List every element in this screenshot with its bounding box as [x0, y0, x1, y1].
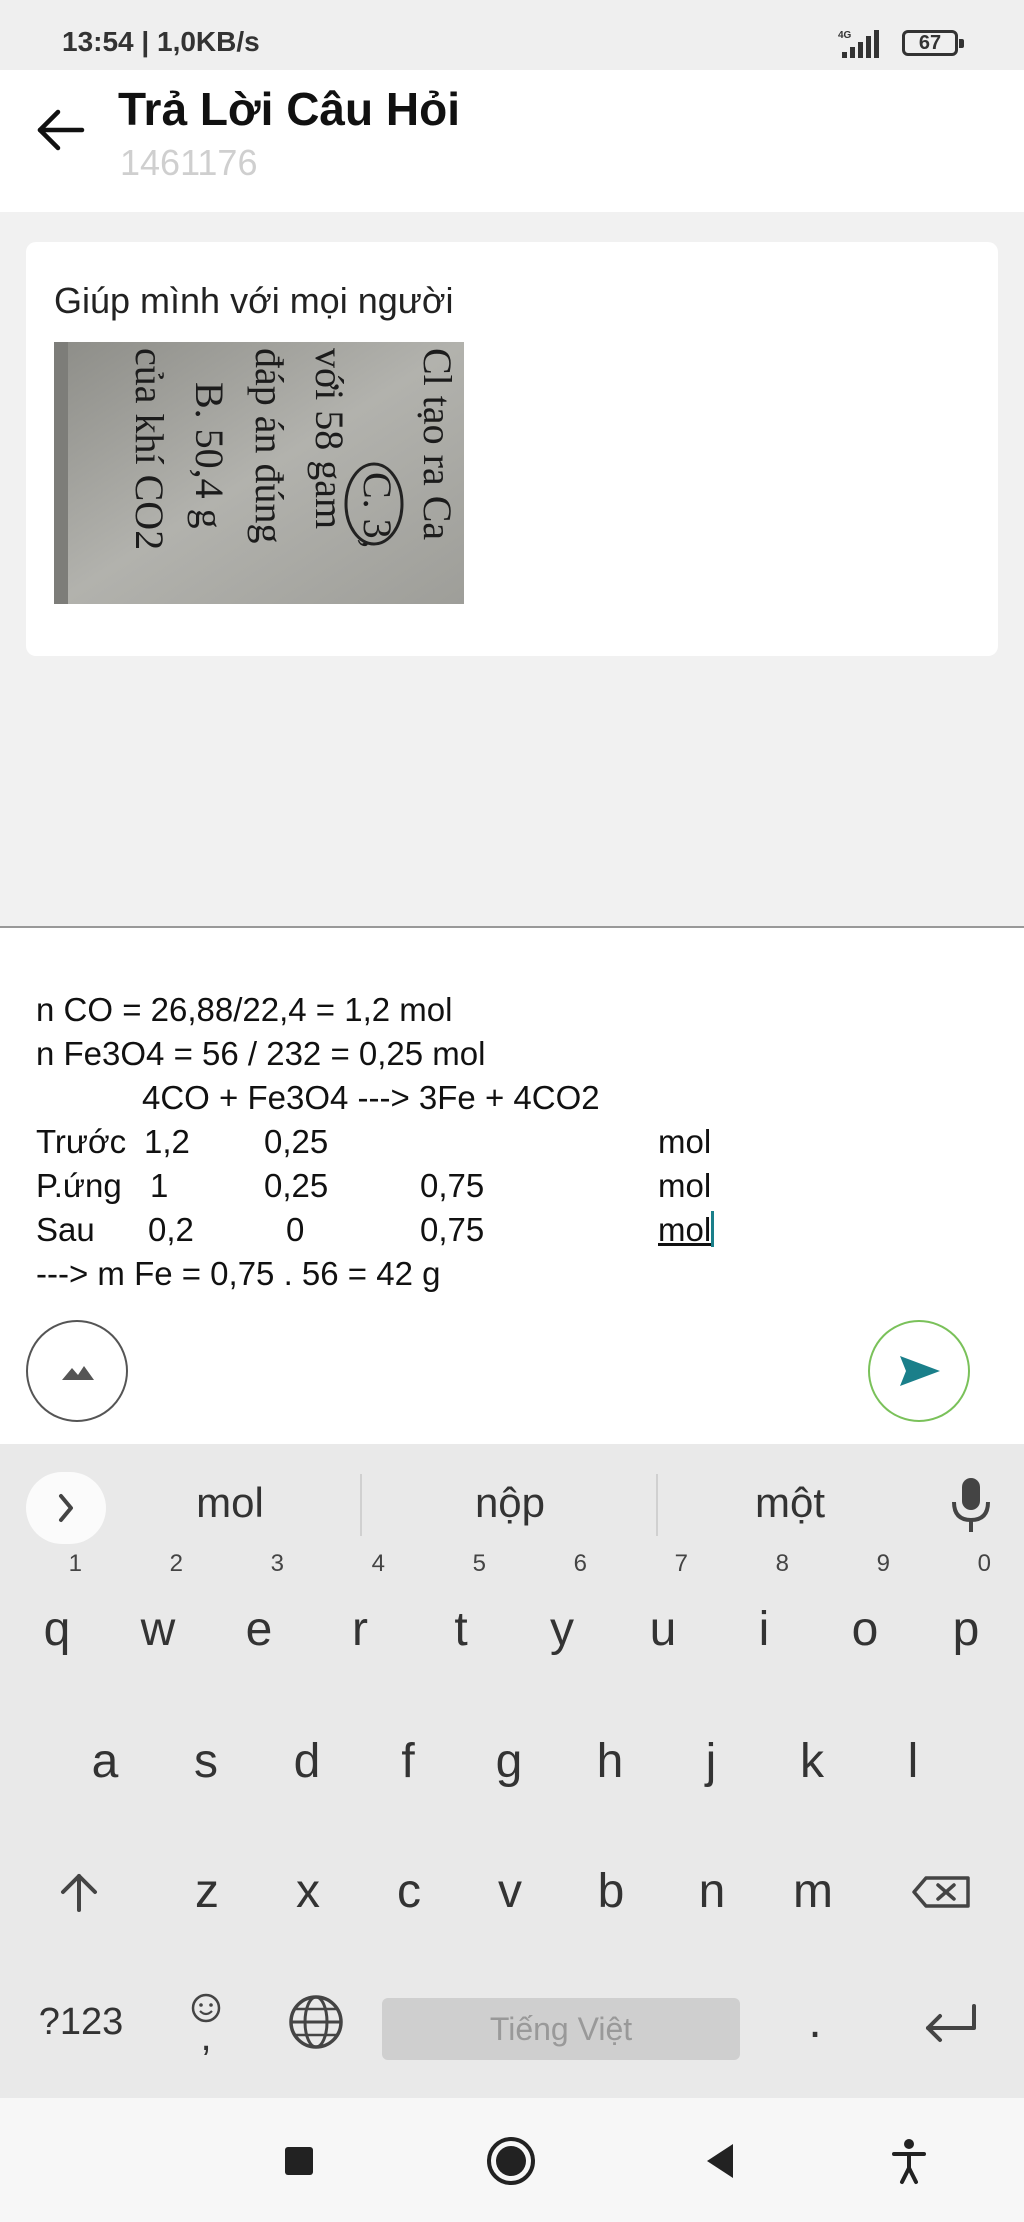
backspace-icon[interactable]: [890, 1842, 992, 1942]
photo-word-1b: C. 3,: [355, 472, 400, 549]
key-i[interactable]: i8: [713, 1552, 815, 1680]
composing-word: mol: [658, 1211, 712, 1248]
attach-image-button[interactable]: [26, 1320, 128, 1422]
key-d[interactable]: d: [256, 1712, 358, 1812]
content-area: Giúp mình với mọi người Cl tạo ra Ca C. …: [0, 212, 1024, 926]
answer-equation: 4CO + Fe3O4 ---> 3Fe + 4CO2: [142, 1079, 600, 1116]
row-value: 0: [286, 1211, 305, 1248]
key-t[interactable]: t5: [410, 1552, 512, 1680]
key-c[interactable]: c: [358, 1842, 460, 1942]
battery-level: 67: [918, 32, 942, 54]
key-y[interactable]: y6: [511, 1552, 613, 1680]
answer-result: ---> m Fe = 0,75 . 56 = 42 g: [36, 1255, 441, 1292]
expand-toolbar-button[interactable]: [26, 1472, 106, 1544]
key-a[interactable]: a: [54, 1712, 156, 1812]
suggestion-3[interactable]: một: [680, 1468, 900, 1538]
suggestion-divider: [656, 1474, 658, 1536]
key-row-3: z x c v b n m: [0, 1842, 1024, 1942]
key-n[interactable]: n: [661, 1842, 763, 1942]
row-value: 0,2: [148, 1211, 194, 1248]
key-j[interactable]: j: [660, 1712, 762, 1812]
row-value: 0,25: [264, 1123, 329, 1160]
emoji-icon[interactable]: ,: [156, 1972, 256, 2072]
key-w[interactable]: w2: [107, 1552, 209, 1680]
shift-icon[interactable]: [28, 1842, 130, 1942]
row-value: 0,75: [420, 1211, 485, 1248]
globe-icon[interactable]: [266, 1972, 366, 2072]
answer-composer[interactable]: n CO = 26,88/22,4 = 1,2 mol n Fe3O4 = 56…: [0, 928, 1024, 1444]
key-p[interactable]: p0: [915, 1552, 1017, 1680]
row-value: 1,2: [144, 1123, 190, 1160]
photo-content: Cl tạo ra Ca C. 3, với 58 gam đáp án đún…: [54, 342, 464, 604]
signal-icon: 4G: [838, 30, 879, 58]
key-k[interactable]: k: [761, 1712, 863, 1812]
text-caret: [711, 1211, 715, 1247]
row-value: 0,25: [264, 1167, 329, 1204]
answer-line: n CO = 26,88/22,4 = 1,2 mol: [36, 991, 453, 1028]
key-z[interactable]: z: [156, 1842, 258, 1942]
question-card: Giúp mình với mọi người Cl tạo ra Ca C. …: [26, 242, 998, 656]
key-row-4: ?123 , Tiếng Việt .: [0, 1972, 1024, 2072]
key-g[interactable]: g: [458, 1712, 560, 1812]
network-label: 4G: [838, 30, 852, 41]
answer-line: n Fe3O4 = 56 / 232 = 0,25 mol: [36, 1035, 486, 1072]
app-bar: Trả Lời Câu Hỏi 1461176: [0, 70, 1024, 212]
key-row-2: a s d f g h j k l: [0, 1712, 1024, 1812]
key-o[interactable]: o9: [814, 1552, 916, 1680]
status-bar: 13:54 | 1,0KB/s 4G 67: [0, 0, 1024, 70]
row-unit-with-caret: mol: [658, 1208, 715, 1252]
period-key[interactable]: .: [770, 1972, 860, 2072]
system-nav-bar: [0, 2098, 1024, 2222]
row-value: 1: [150, 1167, 169, 1204]
send-icon: [900, 1356, 940, 1386]
suggestion-divider: [360, 1474, 362, 1536]
row-unit: mol: [658, 1123, 712, 1160]
comma-glyph: ,: [200, 2015, 211, 2059]
back-triangle-icon[interactable]: [686, 2126, 756, 2196]
key-f[interactable]: f: [357, 1712, 459, 1812]
question-text: Giúp mình với mọi người: [54, 280, 454, 321]
key-row-1: q1 w2 e3 r4 t5 y6 u7 i8 o9 p0: [0, 1552, 1024, 1680]
photo-word-3: đáp án đúng: [247, 348, 292, 544]
key-q[interactable]: q1: [6, 1552, 108, 1680]
row-label: Trước: [36, 1123, 127, 1160]
row-label: Sau: [36, 1211, 95, 1248]
send-button[interactable]: [868, 1320, 970, 1422]
chevron-right-icon: [59, 1494, 73, 1522]
photo-word-1: Cl tạo ra Ca: [415, 348, 460, 540]
key-m[interactable]: m: [762, 1842, 864, 1942]
photo-word-4: B. 50,4 g: [187, 382, 232, 529]
question-photo[interactable]: Cl tạo ra Ca C. 3, với 58 gam đáp án đún…: [54, 342, 464, 604]
key-x[interactable]: x: [257, 1842, 359, 1942]
key-r[interactable]: r4: [309, 1552, 411, 1680]
accessibility-icon[interactable]: [874, 2126, 944, 2196]
space-key[interactable]: Tiếng Việt: [382, 1998, 740, 2060]
question-id: 1461176: [120, 142, 258, 183]
home-circle-icon[interactable]: [476, 2126, 546, 2196]
key-e[interactable]: e3: [208, 1552, 310, 1680]
image-icon: [62, 1366, 94, 1380]
arrow-left-icon[interactable]: [30, 100, 90, 160]
key-v[interactable]: v: [459, 1842, 561, 1942]
photo-word-5: của khí CO2: [127, 348, 172, 550]
mic-icon[interactable]: [946, 1474, 996, 1536]
key-l[interactable]: l: [862, 1712, 964, 1812]
row-label: P.ứng: [36, 1167, 122, 1204]
key-s[interactable]: s: [155, 1712, 257, 1812]
battery-icon: 67: [902, 30, 964, 56]
enter-icon[interactable]: [900, 1972, 1000, 2072]
row-value: 0,75: [420, 1167, 485, 1204]
suggestion-1[interactable]: mol: [120, 1468, 340, 1538]
page-title: Trả Lời Câu Hỏi: [118, 83, 460, 135]
suggestion-2[interactable]: nộp: [400, 1468, 620, 1538]
key-b[interactable]: b: [560, 1842, 662, 1942]
suggestion-bar: mol nộp một: [0, 1444, 1024, 1562]
status-time: 13:54 | 1,0KB/s: [62, 26, 260, 57]
square-icon[interactable]: [264, 2126, 334, 2196]
key-h[interactable]: h: [559, 1712, 661, 1812]
key-u[interactable]: u7: [612, 1552, 714, 1680]
symbols-key[interactable]: ?123: [16, 1972, 146, 2072]
on-screen-keyboard: mol nộp một q1 w2 e3 r4 t5 y6 u7 i8 o9 p…: [0, 1444, 1024, 2098]
row-unit: mol: [658, 1167, 712, 1204]
